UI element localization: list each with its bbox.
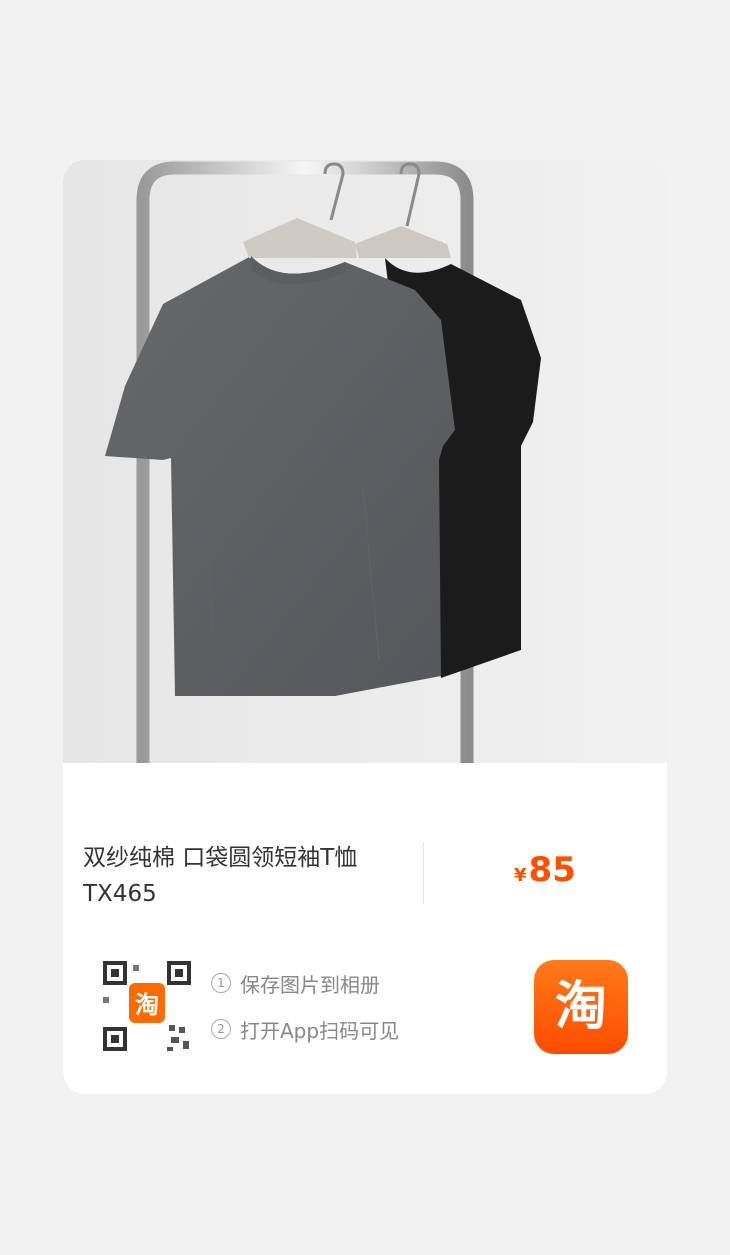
divider bbox=[423, 842, 424, 904]
step-number-2: 2 bbox=[211, 1019, 231, 1039]
step-number-1: 1 bbox=[211, 973, 231, 993]
currency-symbol: ¥ bbox=[514, 865, 527, 886]
qr-code[interactable]: 淘 bbox=[97, 957, 197, 1057]
share-steps: 1 保存图片到相册 2 打开App扫码可见 bbox=[211, 968, 399, 1060]
step-open-app-text: 打开App扫码可见 bbox=[240, 1018, 400, 1043]
product-photo-image bbox=[63, 160, 667, 763]
taobao-app-icon[interactable]: 淘 bbox=[534, 960, 628, 1054]
qr-finder-top-right bbox=[167, 961, 191, 985]
taobao-logo-text: 淘 bbox=[555, 977, 607, 1037]
step-open-app: 2 打开App扫码可见 bbox=[211, 1014, 399, 1044]
price-value: 85 bbox=[528, 850, 576, 890]
product-title: 双纱纯棉 口袋圆领短袖T恤TX465 bbox=[83, 845, 358, 907]
product-share-card: 双纱纯棉 口袋圆领短袖T恤TX465 ¥85 淘 1 保存图片到相册 2 打开A… bbox=[63, 160, 667, 1094]
step-save-image-text: 保存图片到相册 bbox=[240, 972, 380, 997]
product-price: ¥85 bbox=[514, 850, 576, 890]
qr-logo-text: 淘 bbox=[135, 991, 159, 1019]
step-save-image: 1 保存图片到相册 bbox=[211, 968, 399, 998]
qr-finder-top-left bbox=[103, 961, 127, 985]
qr-finder-bottom-left bbox=[103, 1027, 127, 1051]
product-photo[interactable] bbox=[63, 160, 667, 763]
